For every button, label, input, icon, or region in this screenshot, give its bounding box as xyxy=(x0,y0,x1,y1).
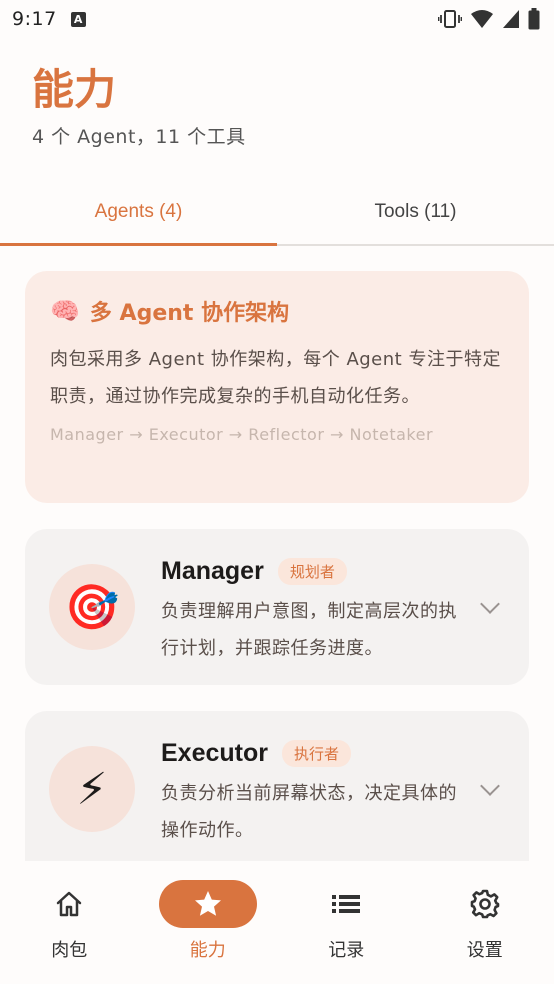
lightning-icon: ⚡ xyxy=(49,746,135,832)
battery-icon xyxy=(528,8,540,30)
page-subtitle: 4 个 Agent，11 个工具 xyxy=(32,126,246,148)
nav-item-settings[interactable]: 设置 xyxy=(416,862,554,984)
chevron-down-icon[interactable] xyxy=(480,776,500,796)
tab-agents[interactable]: Agents (4) xyxy=(0,180,277,246)
nav-label: 肉包 xyxy=(51,940,88,961)
bottom-navigation: 肉包 能力 记录 设置 xyxy=(0,862,554,984)
agent-name: Manager xyxy=(161,557,264,585)
nav-item-records[interactable]: 记录 xyxy=(277,862,416,984)
chevron-down-icon[interactable] xyxy=(480,594,500,614)
tab-tools[interactable]: Tools (11) xyxy=(277,180,554,244)
star-icon xyxy=(194,891,221,916)
nav-item-abilities[interactable]: 能力 xyxy=(139,862,278,984)
nav-item-home[interactable]: 肉包 xyxy=(0,862,139,984)
agent-description: 负责理解用户意图，制定高层次的执行计划，并跟踪任务进度。 xyxy=(161,601,457,659)
status-bar: 9:17 A xyxy=(0,0,554,38)
info-card-body: 肉包采用多 Agent 协作架构，每个 Agent 专注于特定职责，通过协作完成… xyxy=(50,349,501,407)
info-card-title-row: 🧠 多 Agent 协作架构 xyxy=(50,295,505,327)
agent-role-badge: 规划者 xyxy=(277,558,347,585)
agent-flow-text: Manager → Executor → Reflector → Notetak… xyxy=(50,425,434,444)
vibrate-icon xyxy=(438,10,462,28)
agent-card-executor[interactable]: ⚡ Executor 执行者 负责分析当前屏幕状态，决定具体的操作动作。 xyxy=(25,711,529,861)
tab-bar: Agents (4) Tools (11) xyxy=(0,180,554,246)
signal-icon xyxy=(503,10,519,28)
home-icon xyxy=(57,891,82,917)
agent-name-row: Manager 规划者 xyxy=(161,557,347,586)
nav-label: 能力 xyxy=(189,940,226,961)
target-icon: 🎯 xyxy=(49,564,135,650)
page-header: 能力 4 个 Agent，11 个工具 xyxy=(32,62,246,149)
agent-role-badge: 执行者 xyxy=(281,740,351,767)
nav-label: 设置 xyxy=(466,940,503,961)
agent-name: Executor xyxy=(161,739,268,767)
agent-description: 负责分析当前屏幕状态，决定具体的操作动作。 xyxy=(161,783,457,841)
status-time: 9:17 xyxy=(12,8,57,30)
list-icon xyxy=(332,895,361,913)
wifi-icon xyxy=(471,10,493,28)
agent-name-row: Executor 执行者 xyxy=(161,739,351,768)
font-badge-icon: A xyxy=(70,11,86,27)
architecture-info-card: 🧠 多 Agent 协作架构 肉包采用多 Agent 协作架构，每个 Agent… xyxy=(25,271,529,503)
nav-label: 记录 xyxy=(328,940,365,961)
gear-icon xyxy=(470,889,500,919)
brain-icon: 🧠 xyxy=(50,297,80,325)
info-card-title: 多 Agent 协作架构 xyxy=(89,301,290,326)
agent-card-manager[interactable]: 🎯 Manager 规划者 负责理解用户意图，制定高层次的执行计划，并跟踪任务进… xyxy=(25,529,529,685)
page-title: 能力 xyxy=(32,65,117,114)
